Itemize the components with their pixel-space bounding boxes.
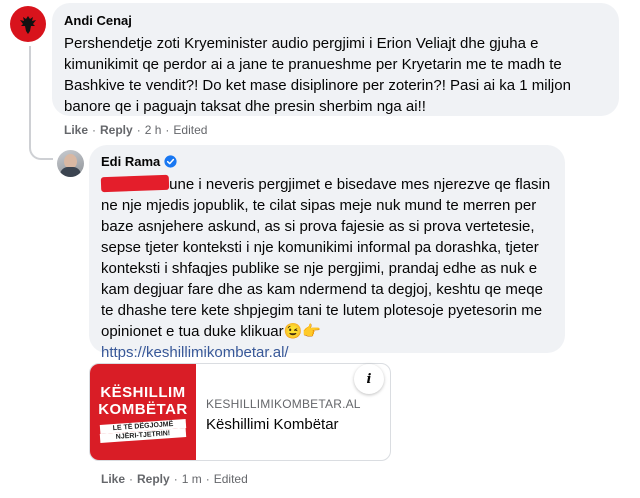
link-preview-thumbnail: KËSHILLIM KOMBËTAR LE TË DËGJOJMË NJËRI-… — [90, 364, 196, 460]
reply-actions: Like · Reply · 1 m · Edited — [101, 472, 248, 486]
reply-link[interactable]: https://keshillimikombetar.al/ — [101, 344, 289, 361]
separator-dot: · — [129, 472, 134, 486]
separator-dot: · — [205, 472, 210, 486]
reply-text-body: une i neveris pergjimet e bisedave mes n… — [101, 176, 551, 340]
comment-bubble: Andi Cenaj Pershendetje zoti Kryeministe… — [52, 3, 619, 116]
reply-author: Edi Rama — [101, 153, 177, 170]
edited-label[interactable]: Edited — [214, 472, 248, 486]
thread-line — [29, 46, 31, 142]
separator-dot: · — [173, 472, 178, 486]
link-preview-title: Këshillimi Kombëtar — [206, 416, 339, 433]
reply-button[interactable]: Reply — [137, 472, 170, 486]
thumbnail-title-line1: KËSHILLIM — [100, 384, 186, 401]
edited-label[interactable]: Edited — [173, 123, 207, 137]
redacted-mention — [100, 174, 170, 193]
link-preview-card[interactable]: KËSHILLIM KOMBËTAR LE TË DËGJOJMË NJËRI-… — [89, 363, 391, 461]
reply-author-avatar[interactable] — [57, 150, 84, 177]
thread-connector — [29, 132, 53, 160]
info-icon[interactable]: i — [354, 364, 384, 394]
like-button[interactable]: Like — [101, 472, 125, 486]
reply-timestamp[interactable]: 1 m — [182, 472, 202, 486]
thumbnail-title-line2: KOMBËTAR — [98, 401, 188, 418]
separator-dot: · — [92, 123, 97, 137]
link-preview-domain: KESHILLIMIKOMBETAR.AL — [206, 397, 361, 411]
avatar-body — [60, 167, 81, 177]
comment-text: Pershendetje zoti Kryeminister audio per… — [64, 35, 571, 115]
double-headed-eagle-icon — [20, 16, 36, 34]
commenter-avatar[interactable] — [10, 6, 46, 42]
comment-timestamp[interactable]: 2 h — [145, 123, 162, 137]
reply-button[interactable]: Reply — [100, 123, 133, 137]
verified-badge-icon — [164, 155, 177, 168]
comment-actions: Like · Reply · 2 h · Edited — [64, 123, 207, 137]
reply-text: une i neveris pergjimet e bisedave mes n… — [100, 174, 553, 363]
reply-author-name[interactable]: Edi Rama — [101, 153, 160, 170]
like-button[interactable]: Like — [64, 123, 88, 137]
reply-bubble: Edi Rama une i neveris pergjimet e bised… — [89, 145, 565, 361]
separator-dot: · — [165, 123, 170, 137]
separator-dot: · — [136, 123, 141, 137]
comment-author[interactable]: Andi Cenaj — [64, 12, 132, 29]
